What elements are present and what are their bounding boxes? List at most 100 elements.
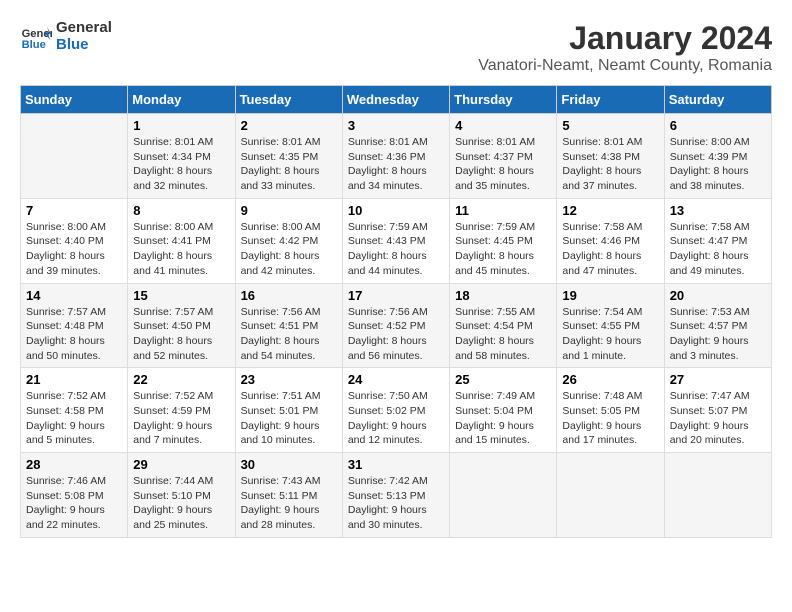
day-info: Sunrise: 7:59 AMSunset: 4:43 PMDaylight:… — [348, 220, 444, 279]
day-info: Sunrise: 8:00 AMSunset: 4:39 PMDaylight:… — [670, 135, 766, 194]
cell-w1-d3: 2 Sunrise: 8:01 AMSunset: 4:35 PMDaylight… — [235, 114, 342, 199]
day-number: 26 — [562, 372, 658, 387]
calendar-subtitle: Vanatori-Neamt, Neamt County, Romania — [478, 57, 772, 75]
week-row-4: 21Sunrise: 7:52 AMSunset: 4:58 PMDayligh… — [21, 368, 772, 453]
day-info: Sunrise: 7:52 AMSunset: 4:59 PMDaylight:… — [133, 389, 229, 448]
day-number: 19 — [562, 288, 658, 303]
day-number: 5 — [562, 118, 658, 133]
header-thursday: Thursday — [450, 86, 557, 114]
cell-w2-d1: 7 Sunrise: 8:00 AMSunset: 4:40 PMDaylight… — [21, 198, 128, 283]
cell-w3-d5: 18 Sunrise: 7:55 AMSunset: 4:54 PMDayligh… — [450, 283, 557, 368]
cell-w1-d5: 4 Sunrise: 8:01 AMSunset: 4:37 PMDaylight… — [450, 114, 557, 199]
header-friday: Friday — [557, 86, 664, 114]
day-info: Sunrise: 7:48 AMSunset: 5:05 PMDaylight:… — [562, 389, 658, 448]
day-info: Sunrise: 7:43 AMSunset: 5:11 PMDaylight:… — [241, 474, 337, 533]
day-number: 22 — [133, 372, 229, 387]
day-number: 21 — [26, 372, 122, 387]
header-wednesday: Wednesday — [342, 86, 449, 114]
day-number: 7 — [26, 203, 122, 218]
logo-icon: General Blue — [20, 21, 52, 53]
day-number: 11 — [455, 203, 551, 218]
day-info: Sunrise: 8:01 AMSunset: 4:38 PMDaylight:… — [562, 135, 658, 194]
day-number: 2 — [241, 118, 337, 133]
cell-w4-d4: 24 Sunrise: 7:50 AMSunset: 5:02 PMDayligh… — [342, 368, 449, 453]
cell-w2-d4: 10 Sunrise: 7:59 AMSunset: 4:43 PMDayligh… — [342, 198, 449, 283]
header-tuesday: Tuesday — [235, 86, 342, 114]
day-info: Sunrise: 8:01 AMSunset: 4:37 PMDaylight:… — [455, 135, 551, 194]
day-info: Sunrise: 7:42 AMSunset: 5:13 PMDaylight:… — [348, 474, 444, 533]
day-number: 13 — [670, 203, 766, 218]
day-info: Sunrise: 8:00 AMSunset: 4:42 PMDaylight:… — [241, 220, 337, 279]
cell-w4-d5: 25Sunrise: 7:49 AMSunset: 5:04 PMDayligh… — [450, 368, 557, 453]
cell-w3-d7: 20 Sunrise: 7:53 AMSunset: 4:57 PMDayligh… — [664, 283, 771, 368]
day-info: Sunrise: 7:51 AMSunset: 5:01 PMDaylight:… — [241, 389, 337, 448]
cell-w1-d2: 1Sunrise: 8:01 AMSunset: 4:34 PMDaylight… — [128, 114, 235, 199]
day-number: 6 — [670, 118, 766, 133]
day-number: 18 — [455, 288, 551, 303]
day-number: 3 — [348, 118, 444, 133]
day-number: 23 — [241, 372, 337, 387]
cell-w5-d7 — [664, 453, 771, 538]
day-number: 12 — [562, 203, 658, 218]
week-row-2: 7 Sunrise: 8:00 AMSunset: 4:40 PMDaylight… — [21, 198, 772, 283]
cell-w1-d7: 6 Sunrise: 8:00 AMSunset: 4:39 PMDaylight… — [664, 114, 771, 199]
week-row-5: 28 Sunrise: 7:46 AMSunset: 5:08 PMDayligh… — [21, 453, 772, 538]
page-header: General Blue General Blue January 2024 V… — [20, 20, 772, 75]
cell-w2-d5: 11Sunrise: 7:59 AMSunset: 4:45 PMDayligh… — [450, 198, 557, 283]
day-info: Sunrise: 7:44 AMSunset: 5:10 PMDaylight:… — [133, 474, 229, 533]
day-number: 28 — [26, 457, 122, 472]
day-info: Sunrise: 7:58 AMSunset: 4:47 PMDaylight:… — [670, 220, 766, 279]
header-saturday: Saturday — [664, 86, 771, 114]
cell-w3-d6: 19 Sunrise: 7:54 AMSunset: 4:55 PMDayligh… — [557, 283, 664, 368]
day-number: 31 — [348, 457, 444, 472]
cell-w4-d7: 27 Sunrise: 7:47 AMSunset: 5:07 PMDayligh… — [664, 368, 771, 453]
logo: General Blue General Blue — [20, 20, 112, 53]
header-monday: Monday — [128, 86, 235, 114]
logo-line2: Blue — [56, 37, 112, 54]
cell-w4-d2: 22 Sunrise: 7:52 AMSunset: 4:59 PMDayligh… — [128, 368, 235, 453]
day-info: Sunrise: 7:47 AMSunset: 5:07 PMDaylight:… — [670, 389, 766, 448]
cell-w2-d6: 12 Sunrise: 7:58 AMSunset: 4:46 PMDayligh… — [557, 198, 664, 283]
cell-w2-d7: 13 Sunrise: 7:58 AMSunset: 4:47 PMDayligh… — [664, 198, 771, 283]
day-number: 17 — [348, 288, 444, 303]
day-info: Sunrise: 7:55 AMSunset: 4:54 PMDaylight:… — [455, 305, 551, 364]
cell-w5-d1: 28 Sunrise: 7:46 AMSunset: 5:08 PMDayligh… — [21, 453, 128, 538]
day-info: Sunrise: 7:54 AMSunset: 4:55 PMDaylight:… — [562, 305, 658, 364]
day-info: Sunrise: 7:56 AMSunset: 4:51 PMDaylight:… — [241, 305, 337, 364]
day-number: 9 — [241, 203, 337, 218]
day-number: 14 — [26, 288, 122, 303]
cell-w4-d1: 21Sunrise: 7:52 AMSunset: 4:58 PMDayligh… — [21, 368, 128, 453]
day-number: 4 — [455, 118, 551, 133]
day-number: 10 — [348, 203, 444, 218]
day-info: Sunrise: 8:00 AMSunset: 4:41 PMDaylight:… — [133, 220, 229, 279]
day-number: 8 — [133, 203, 229, 218]
cell-w3-d2: 15 Sunrise: 7:57 AMSunset: 4:50 PMDayligh… — [128, 283, 235, 368]
calendar-header-row: Sunday Monday Tuesday Wednesday Thursday… — [21, 86, 772, 114]
day-info: Sunrise: 8:00 AMSunset: 4:40 PMDaylight:… — [26, 220, 122, 279]
logo-line1: General — [56, 20, 112, 37]
cell-w5-d6 — [557, 453, 664, 538]
day-info: Sunrise: 7:57 AMSunset: 4:50 PMDaylight:… — [133, 305, 229, 364]
cell-w3-d3: 16Sunrise: 7:56 AMSunset: 4:51 PMDayligh… — [235, 283, 342, 368]
cell-w5-d2: 29Sunrise: 7:44 AMSunset: 5:10 PMDayligh… — [128, 453, 235, 538]
cell-w5-d3: 30Sunrise: 7:43 AMSunset: 5:11 PMDayligh… — [235, 453, 342, 538]
day-info: Sunrise: 7:53 AMSunset: 4:57 PMDaylight:… — [670, 305, 766, 364]
day-number: 24 — [348, 372, 444, 387]
day-number: 20 — [670, 288, 766, 303]
cell-w3-d1: 14Sunrise: 7:57 AMSunset: 4:48 PMDayligh… — [21, 283, 128, 368]
cell-w2-d2: 8 Sunrise: 8:00 AMSunset: 4:41 PMDaylight… — [128, 198, 235, 283]
day-number: 27 — [670, 372, 766, 387]
day-info: Sunrise: 8:01 AMSunset: 4:35 PMDaylight:… — [241, 135, 337, 194]
svg-text:Blue: Blue — [22, 39, 46, 51]
day-info: Sunrise: 8:01 AMSunset: 4:34 PMDaylight:… — [133, 135, 229, 194]
header-sunday: Sunday — [21, 86, 128, 114]
cell-w5-d4: 31 Sunrise: 7:42 AMSunset: 5:13 PMDayligh… — [342, 453, 449, 538]
day-info: Sunrise: 7:46 AMSunset: 5:08 PMDaylight:… — [26, 474, 122, 533]
cell-w1-d4: 3Sunrise: 8:01 AMSunset: 4:36 PMDaylight… — [342, 114, 449, 199]
day-number: 15 — [133, 288, 229, 303]
calendar-title: January 2024 — [478, 20, 772, 57]
cell-w1-d6: 5 Sunrise: 8:01 AMSunset: 4:38 PMDaylight… — [557, 114, 664, 199]
cell-w5-d5 — [450, 453, 557, 538]
day-info: Sunrise: 7:50 AMSunset: 5:02 PMDaylight:… — [348, 389, 444, 448]
day-info: Sunrise: 7:58 AMSunset: 4:46 PMDaylight:… — [562, 220, 658, 279]
